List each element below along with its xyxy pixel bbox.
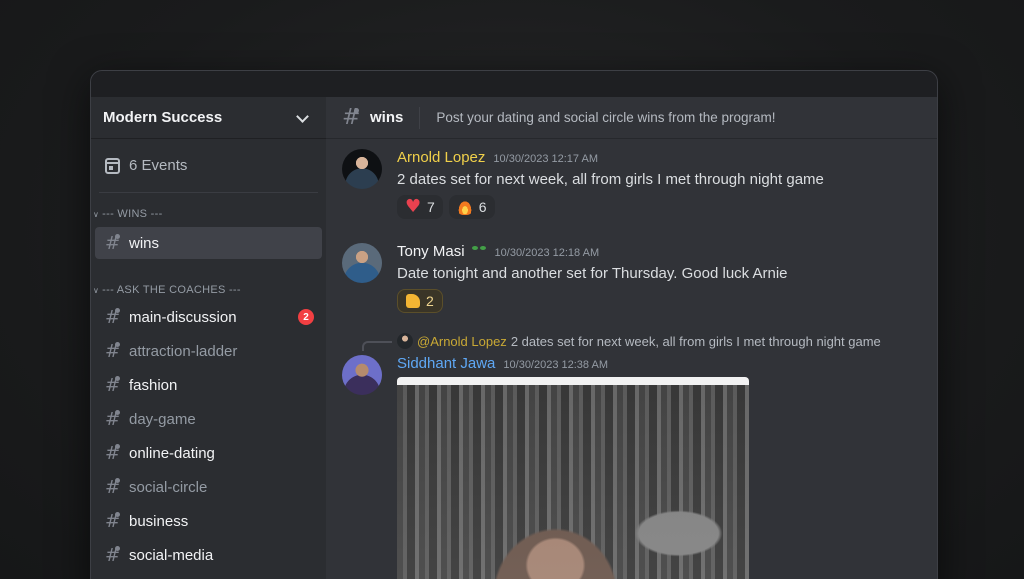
reaction-count: 6 — [478, 199, 487, 215]
author-name[interactable]: Siddhant Jawa — [397, 355, 495, 372]
reply-text: 2 dates set for next week, all from girl… — [510, 333, 881, 349]
channel-social-media[interactable]: # social-media — [95, 539, 322, 571]
text-channel-icon: # — [105, 232, 121, 254]
channel-label: attraction-ladder — [129, 342, 238, 360]
thumbs-up-icon — [406, 294, 420, 308]
channel-label: business — [129, 512, 189, 530]
channel-label: main-discussion — [129, 308, 237, 326]
heart-icon — [405, 196, 421, 217]
events-item[interactable]: 6 Events — [99, 139, 318, 193]
text-channel-icon: # — [105, 510, 121, 532]
fire-icon — [456, 199, 473, 215]
chat-area: # wins Post your dating and social circl… — [326, 97, 937, 579]
channel-main-discussion[interactable]: # main-discussion 2 — [95, 301, 322, 333]
collapse-arrow-icon: ∨ — [93, 209, 100, 219]
reply-preview[interactable]: @Arnold Lopez 2 dates set for next week,… — [397, 333, 881, 349]
message-timestamp: 10/30/2023 12:18 AM — [494, 247, 600, 259]
channel-label: fashion — [129, 376, 178, 394]
text-channel-icon: # — [105, 476, 121, 498]
discord-window: Modern Success 6 Events ∨ --- WINS --- #… — [90, 70, 938, 579]
header-divider — [419, 106, 421, 129]
text-channel-icon: # — [105, 408, 121, 430]
reaction-count: 2 — [426, 293, 434, 309]
title-bar — [91, 71, 937, 97]
channel-header: # wins Post your dating and social circl… — [326, 97, 937, 139]
message-timestamp: 10/30/2023 12:17 AM — [493, 153, 598, 165]
message-author-line: Tony Masi 10/30/2023 12:18 AM — [397, 243, 599, 260]
channel-label: social-media — [129, 546, 214, 564]
channel-label: day-game — [129, 410, 196, 428]
text-channel-icon: # — [105, 340, 121, 362]
sprout-icon — [471, 243, 487, 257]
chevron-down-icon[interactable] — [296, 112, 308, 124]
reply-avatar — [397, 333, 413, 349]
channel-fashion[interactable]: # fashion — [95, 369, 322, 401]
reply-mention[interactable]: @Arnold Lopez — [417, 334, 507, 349]
channel-online-dating[interactable]: # online-dating — [95, 437, 322, 469]
message-timestamp: 10/30/2023 12:38 AM — [503, 359, 608, 371]
channel-label: online-dating — [129, 444, 215, 462]
avatar[interactable] — [342, 243, 382, 283]
reaction-fire[interactable]: 6 — [448, 195, 495, 219]
reaction-heart[interactable]: 7 — [397, 195, 443, 219]
category-label: --- WINS --- — [102, 208, 163, 220]
message-text: 2 dates set for next week, all from girl… — [397, 171, 824, 188]
text-channel-icon: # — [105, 544, 121, 566]
collapse-arrow-icon: ∨ — [93, 285, 100, 295]
reactions: 7 6 — [397, 195, 495, 219]
mention-badge: 2 — [298, 309, 314, 325]
message-text: Date tonight and another set for Thursda… — [397, 265, 788, 282]
text-channel-icon: # — [105, 306, 121, 328]
channel-label: wins — [129, 234, 160, 252]
avatar[interactable] — [342, 149, 382, 189]
avatar[interactable] — [342, 355, 382, 395]
channel-sidebar: Modern Success 6 Events ∨ --- WINS --- #… — [91, 97, 326, 579]
text-channel-icon: # — [105, 442, 121, 464]
server-name: Modern Success — [103, 109, 223, 126]
channel-business[interactable]: # business — [95, 505, 322, 537]
category-wins[interactable]: ∨ --- WINS --- — [91, 205, 326, 223]
reaction-thumbs-up[interactable]: 2 — [397, 289, 443, 313]
calendar-icon — [105, 157, 120, 174]
channel-title: wins — [370, 109, 404, 126]
message-author-line: Arnold Lopez 10/30/2023 12:17 AM — [397, 149, 598, 166]
reply-connector — [362, 341, 392, 351]
category-ask-the-coaches[interactable]: ∨ --- ASK THE COACHES --- — [91, 281, 326, 299]
channel-social-circle[interactable]: # social-circle — [95, 471, 322, 503]
channel-wins[interactable]: # wins — [95, 227, 322, 259]
text-channel-icon: # — [105, 374, 121, 396]
reaction-count: 7 — [427, 199, 435, 215]
text-channel-icon: # — [342, 105, 361, 130]
author-name[interactable]: Arnold Lopez — [397, 149, 485, 166]
message-author-line: Siddhant Jawa 10/30/2023 12:38 AM — [397, 355, 608, 372]
author-name[interactable]: Tony Masi — [397, 243, 465, 260]
gif-attachment[interactable] — [397, 377, 749, 579]
channel-topic: Post your dating and social circle wins … — [436, 110, 776, 125]
channel-label: social-circle — [129, 478, 208, 496]
channel-attraction-ladder[interactable]: # attraction-ladder — [95, 335, 322, 367]
category-label: --- ASK THE COACHES --- — [102, 284, 241, 296]
reactions: 2 — [397, 289, 443, 313]
server-header[interactable]: Modern Success — [91, 97, 326, 139]
events-label: 6 Events — [129, 157, 188, 174]
channel-day-game[interactable]: # day-game — [95, 403, 322, 435]
